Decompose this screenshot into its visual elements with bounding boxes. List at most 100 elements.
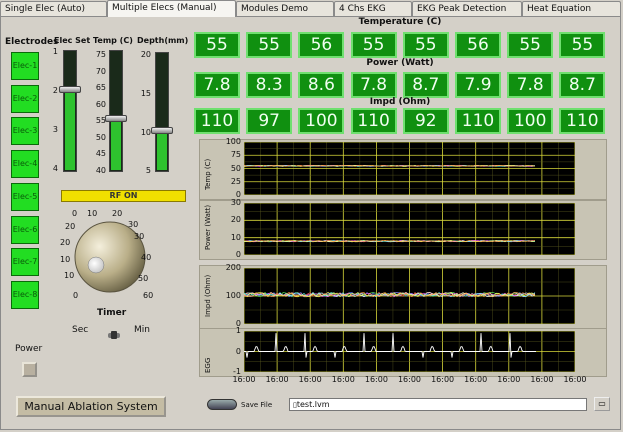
impedance-readout-2: 97: [246, 108, 293, 134]
tab-ekg-peak-detection[interactable]: EKG Peak Detection: [412, 1, 522, 16]
temperature-title: Temperature (C): [358, 17, 442, 27]
tab-multiple-elecs-manual[interactable]: Multiple Elecs (Manual): [107, 0, 236, 17]
elec-set-tick: 1: [52, 47, 58, 56]
depth-slider-thumb[interactable]: [151, 126, 173, 134]
save-file-toggle[interactable]: [207, 399, 237, 410]
chart-1-ytick: 50: [230, 163, 241, 173]
tab-bar: Single Elec (Auto) Multiple Elecs (Manua…: [0, 0, 623, 17]
elec-1-button[interactable]: Elec-1: [11, 52, 39, 80]
x-axis-tick: 16:00: [464, 375, 488, 384]
x-axis-tick: 16:00: [331, 375, 355, 384]
folder-icon: ▭: [598, 399, 606, 408]
chart-3-plot: [244, 268, 575, 324]
temperature-readout-4: 55: [350, 32, 397, 58]
temp-tick: 40: [95, 165, 106, 175]
chart-2-ytick: 30: [230, 198, 241, 207]
power-readout-1: 7.8: [194, 72, 240, 98]
temperature-readout-1: 55: [194, 32, 240, 58]
power-readout-5: 8.7: [402, 72, 449, 98]
tab-4-chs-ekg[interactable]: 4 Chs EKG: [334, 1, 412, 16]
chart-4-ytick: 1: [235, 326, 241, 335]
timer-unit-sec: Sec: [72, 325, 89, 335]
temp-tick: 55: [95, 116, 106, 125]
temp-slider-thumb[interactable]: [105, 115, 127, 123]
elec-set-tick: 4: [52, 164, 58, 173]
x-axis-tick: 16:00: [431, 375, 455, 384]
timer-tick: 30: [128, 220, 139, 229]
depth-slider[interactable]: [155, 52, 169, 172]
timer-unit-min: Min: [134, 325, 150, 335]
elec-set-tick: 2: [52, 86, 58, 95]
timer-tick: 50: [138, 274, 149, 283]
power-readout-3: 8.6: [298, 72, 345, 98]
timer-tick: 30: [134, 232, 145, 241]
impedance-readout-6: 110: [455, 108, 501, 134]
tab-heat-equation[interactable]: Heat Equation: [522, 1, 621, 16]
manual-ablation-system-button[interactable]: Manual Ablation System: [16, 396, 166, 417]
impedance-title: Impd (Ohm): [369, 97, 431, 107]
temp-slider[interactable]: [109, 50, 123, 172]
temp-slider-fill: [111, 119, 121, 170]
tab-modules-demo[interactable]: Modules Demo: [236, 1, 334, 16]
elec-set-slider[interactable]: [63, 50, 77, 172]
timer-tick: 20: [65, 222, 76, 231]
temperature-readout-5: 55: [402, 32, 449, 58]
timer-tick: 10: [87, 209, 98, 218]
chart-3-ytick: 100: [225, 291, 241, 300]
save-file-label: Save File: [241, 401, 273, 409]
timer-tick: 10: [60, 255, 71, 264]
elec-6-button[interactable]: Elec-6: [11, 216, 39, 244]
x-axis-tick: 16:00: [232, 375, 256, 384]
elec-3-button[interactable]: Elec-3: [11, 117, 39, 145]
timer-tick: 0: [72, 209, 78, 218]
chart-4-ytick: 0: [235, 346, 241, 356]
chart-2-ylabel: Power (Watt): [204, 204, 212, 250]
timer-unit-toggle[interactable]: [107, 325, 121, 339]
temperature-readout-3: 56: [298, 32, 345, 58]
elec-5-button[interactable]: Elec-5: [11, 183, 39, 211]
impedance-readout-4: 110: [350, 108, 397, 134]
timer-label: Timer: [97, 308, 127, 318]
electrodes-header: Electrodes: [5, 37, 59, 47]
tab-single-elec-auto[interactable]: Single Elec (Auto): [0, 1, 107, 16]
elec-7-button[interactable]: Elec-7: [11, 248, 39, 276]
temp-tick: 75: [95, 50, 106, 59]
x-axis-tick: 16:00: [364, 375, 388, 384]
power-readout-4: 7.8: [350, 72, 397, 98]
x-axis-tick: 16:00: [298, 375, 322, 384]
chart-3-ytick: 200: [225, 263, 241, 272]
temperature-readout-6: 56: [455, 32, 501, 58]
depth-slider-label: Depth(mm): [137, 36, 189, 45]
depth-tick: 10: [140, 128, 151, 137]
timer-tick: 20: [60, 238, 71, 247]
x-axis-tick: 16:00: [497, 375, 521, 384]
elec-2-button[interactable]: Elec-2: [11, 85, 39, 113]
power-readout-6: 7.9: [455, 72, 501, 98]
depth-tick: 15: [140, 89, 151, 98]
elec-8-button[interactable]: Elec-8: [11, 281, 39, 309]
x-axis-tick: 16:00: [265, 375, 289, 384]
browse-folder-button[interactable]: ▭: [594, 397, 610, 411]
knob-indicator: [87, 256, 105, 274]
impedance-readout-5: 92: [402, 108, 449, 134]
x-axis-tick: 16:00: [530, 375, 554, 384]
temp-tick: 65: [95, 83, 106, 92]
chart-1-ytick: 75: [230, 150, 241, 160]
elec-set-thumb[interactable]: [59, 86, 81, 94]
chart-1-ytick: 100: [225, 137, 241, 146]
chart-3-ylabel: Impd (Ohm): [204, 274, 212, 317]
chart-1-ytick: 25: [230, 176, 241, 186]
temp-tick: 60: [95, 99, 106, 109]
temp-tick: 50: [95, 132, 106, 142]
temp-tick: 70: [95, 66, 106, 76]
impedance-readout-1: 110: [194, 108, 240, 134]
save-file-path-value: test.lvm: [296, 400, 330, 409]
chart-2-ytick: 10: [230, 232, 241, 242]
timer-tick: 0: [73, 291, 79, 300]
save-file-path-input[interactable]: ▯test.lvm: [289, 398, 587, 411]
temperature-readout-2: 55: [246, 32, 293, 58]
temp-tick: 45: [95, 149, 106, 158]
elec-4-button[interactable]: Elec-4: [11, 150, 39, 178]
depth-tick: 20: [140, 50, 151, 59]
power-button[interactable]: [22, 362, 37, 377]
